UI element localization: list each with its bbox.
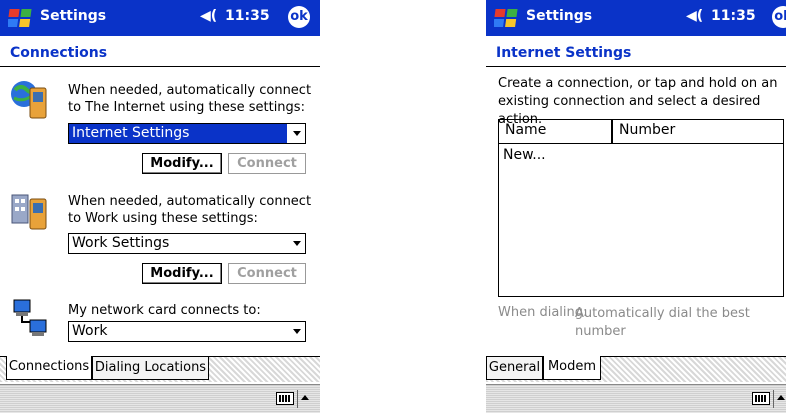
command-bar [486,384,786,413]
list-header: Name Number [499,120,783,144]
globe-phone-icon [11,81,47,119]
tab-bar: General Modem [486,356,786,382]
dropdown-value: Work Settings [72,235,170,251]
command-bar [0,384,320,413]
work-description: When needed, automatically connect to Wo… [68,194,312,226]
column-header-number[interactable]: Number [619,122,675,138]
page-title: Internet Settings [496,45,632,61]
tab-general[interactable]: General [486,356,543,380]
when-dialing-label: When dialing: [498,305,588,320]
column-header-name[interactable]: Name [505,122,546,138]
clock[interactable]: 11:35 [711,8,756,24]
chevron-down-icon [293,241,301,246]
connections-screen: Settings ◀( 11:35 ok Connections When ne… [0,0,320,413]
chevron-down-icon [293,329,301,334]
tab-bar: Connections Dialing Locations [0,356,320,382]
internet-settings-dropdown[interactable]: Internet Settings [68,123,306,144]
volume-icon[interactable]: ◀( [200,8,217,24]
title-divider [486,66,786,67]
sip-up-arrow-icon[interactable] [301,395,309,400]
windows-start-icon[interactable] [494,6,520,30]
work-settings-dropdown[interactable]: Work Settings [68,233,306,254]
network-computers-icon [13,299,47,336]
tab-dialing-locations[interactable]: Dialing Locations [92,356,209,380]
ok-button[interactable]: ok [288,6,310,28]
list-item-new[interactable]: New... [503,147,546,163]
network-card-dropdown[interactable]: Work [68,321,306,342]
title-bar: Settings ◀( 11:35 ok [486,0,786,36]
network-description: My network card connects to: [68,303,261,318]
dropdown-value: Work [72,323,108,339]
when-dialing-value: Automatically dial the best number [575,306,750,339]
volume-icon[interactable]: ◀( [686,8,703,24]
title-divider [0,66,320,67]
chevron-down-icon [293,131,301,136]
work-connect-button[interactable]: Connect [228,263,306,284]
app-title: Settings [526,8,593,24]
internet-settings-screen: Settings ◀( 11:35 ok Internet Settings C… [486,0,786,413]
internet-connect-button[interactable]: Connect [228,153,306,174]
title-bar: Settings ◀( 11:35 ok [0,0,320,36]
tab-connections[interactable]: Connections [6,356,92,380]
windows-start-icon[interactable] [8,6,34,30]
keyboard-icon[interactable] [276,392,294,405]
keyboard-icon[interactable] [752,392,770,405]
sip-up-arrow-icon[interactable] [777,395,785,400]
app-title: Settings [40,8,107,24]
connections-list[interactable]: Name Number New... [498,119,784,297]
clock[interactable]: 11:35 [225,8,270,24]
tab-modem[interactable]: Modem [543,356,601,380]
page-title: Connections [10,45,108,61]
building-phone-icon [11,194,47,230]
internet-description: When needed, automatically connect to Th… [68,83,312,115]
internet-modify-button[interactable]: Modify... [142,153,222,174]
dropdown-value: Internet Settings [72,125,190,141]
ok-button[interactable]: ok [772,6,786,28]
work-modify-button[interactable]: Modify... [142,263,222,284]
